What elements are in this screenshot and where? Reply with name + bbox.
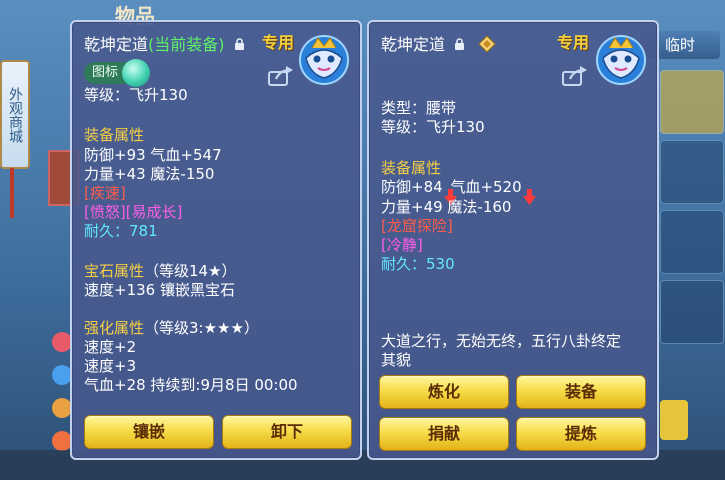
gem-section: 宝石属性（等级14★） <box>84 262 237 281</box>
item-level: 等级：飞升130 <box>381 118 485 136</box>
special-attr-red: [疾速] <box>84 184 126 202</box>
item-name: 乾坤定道 <box>381 35 446 54</box>
inventory-slot[interactable] <box>660 140 724 204</box>
inventory-slot[interactable] <box>660 70 724 134</box>
icon-chip-label: 图标 <box>92 65 119 80</box>
exclusive-badge: 专用 <box>557 33 590 52</box>
shield-icon <box>52 365 72 385</box>
speed-icon <box>52 431 72 451</box>
strength-line: 速度+2 <box>84 338 137 356</box>
unequip-button[interactable]: 卸下 <box>222 415 352 449</box>
gem-header: 宝石属性 <box>84 262 145 280</box>
heart-icon <box>52 332 72 352</box>
attr-def: 防御+84 <box>381 178 443 196</box>
item-title: 乾坤定道 <box>381 31 496 57</box>
item-description: 大道之行，无始无终，五行八卦终定 <box>381 332 622 350</box>
attr-header: 装备属性 <box>84 126 145 144</box>
share-icon[interactable] <box>562 66 588 90</box>
gem-line: 速度+136 镶嵌黑宝石 <box>84 281 235 299</box>
mask-icon <box>595 34 647 86</box>
side-stat-icons <box>52 332 72 464</box>
strength-level: （等级3:★★★） <box>144 319 259 337</box>
icon-toggle-chip[interactable]: 图标 <box>84 59 151 87</box>
special-attr-magenta: [愤怒][易成长] <box>84 203 183 221</box>
gem-level: （等级14★） <box>144 262 237 280</box>
attack-icon <box>52 398 72 418</box>
donate-button[interactable]: 捐献 <box>379 417 509 451</box>
exclusive-badge: 专用 <box>262 33 295 52</box>
share-icon[interactable] <box>268 66 294 90</box>
attr-line: 力量+49 魔法-160 <box>381 198 512 216</box>
attr-hp: 气血+520 <box>450 178 522 196</box>
item-type: 类型：腰带 <box>381 99 457 117</box>
attr-line: 力量+43 魔法-150 <box>84 165 215 183</box>
diamond-icon <box>478 34 496 57</box>
refine-button[interactable]: 炼化 <box>379 375 509 409</box>
mask-icon <box>298 34 350 86</box>
equipped-item-tooltip: 乾坤定道(当前装备) 专用 图标 等级：飞升130 装备属性 防御+93 气血+… <box>70 20 362 460</box>
attr-line: 防御+93 气血+547 <box>84 146 222 164</box>
background-yellow-button[interactable] <box>660 400 688 440</box>
item-title: 乾坤定道(当前装备) <box>84 31 245 55</box>
attr-header: 装备属性 <box>381 159 442 177</box>
inlay-button[interactable]: 镶嵌 <box>84 415 214 449</box>
gem-ball-icon <box>122 59 151 87</box>
inventory-slot[interactable] <box>660 210 724 274</box>
strength-header: 强化属性 <box>84 319 145 337</box>
special-attr-red: [龙窟探险] <box>381 217 453 235</box>
lock-icon <box>454 36 465 55</box>
appearance-shop-banner[interactable]: 外观商城 <box>0 60 30 169</box>
inventory-slot[interactable] <box>660 280 724 344</box>
current-equip-label: (当前装备) <box>148 35 225 54</box>
extract-button[interactable]: 提炼 <box>516 417 646 451</box>
item-name: 乾坤定道 <box>84 35 149 54</box>
strength-section: 强化属性（等级3:★★★） <box>84 319 259 338</box>
appearance-shop-label: 外观商城 <box>7 86 23 143</box>
durability: 耐久：530 <box>381 255 455 273</box>
equip-button[interactable]: 装备 <box>516 375 646 409</box>
durability: 耐久：781 <box>84 222 158 240</box>
item-level: 等级：飞升130 <box>84 86 188 104</box>
banner-tassel <box>10 168 14 218</box>
item-description: 其貌 <box>381 351 412 369</box>
lock-icon <box>234 36 245 55</box>
attr-line-compare: 防御+84 气血+520 <box>381 178 536 205</box>
strength-line: 气血+28 持续到:9月8日 00:00 <box>84 376 298 394</box>
compare-item-tooltip: 乾坤定道 专用 类型：腰带 等级：飞升130 装备属性 防御+84 气血+520… <box>367 20 659 460</box>
strength-line: 速度+3 <box>84 357 137 375</box>
special-attr-magenta: [冷静] <box>381 236 423 254</box>
